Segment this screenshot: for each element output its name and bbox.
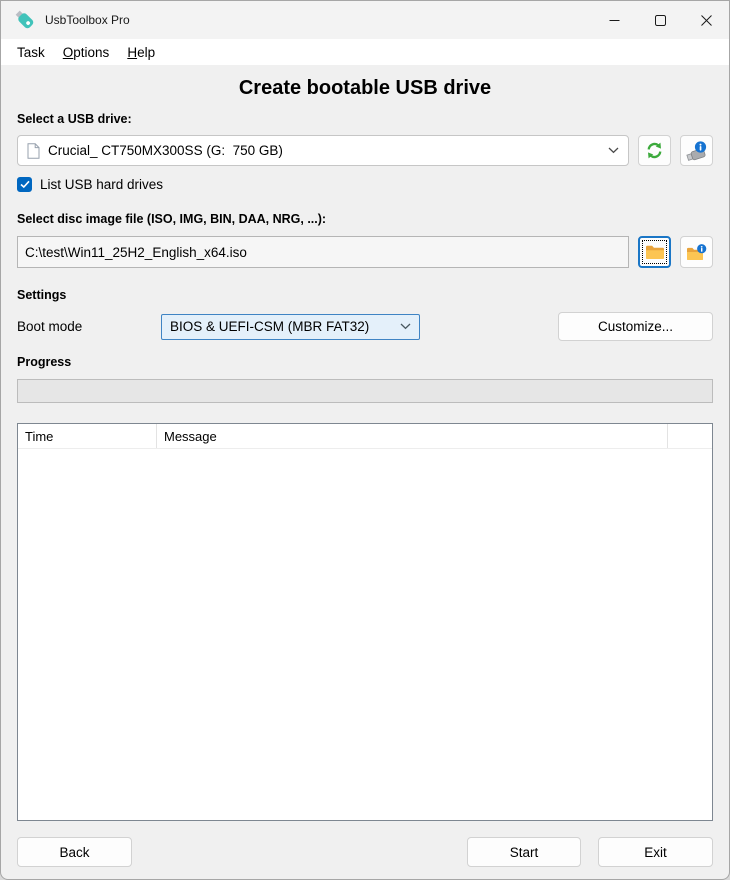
close-button[interactable] (683, 1, 729, 39)
boot-mode-select[interactable]: BIOS & UEFI-CSM (MBR FAT32) (161, 313, 420, 340)
window-controls (591, 1, 729, 39)
maximize-icon (654, 14, 666, 26)
menubar: Task Options Help (1, 39, 729, 65)
chevron-down-icon (608, 147, 619, 154)
log-table-header: Time Message (18, 424, 712, 449)
usb-drive-combobox[interactable]: Crucial_ CT750MX300SS (G: 750 GB) (17, 135, 629, 166)
menu-task[interactable]: Task (8, 42, 54, 63)
document-icon (27, 142, 40, 159)
footer-buttons: Back Start Exit (17, 837, 713, 867)
drive-info-button[interactable] (680, 135, 713, 166)
log-table: Time Message (17, 423, 713, 821)
list-usb-checkbox-label: List USB hard drives (40, 176, 164, 192)
browse-image-button[interactable] (638, 236, 671, 268)
boot-mode-value: BIOS & UEFI-CSM (MBR FAT32) (170, 319, 370, 334)
customize-button[interactable]: Customize... (558, 312, 713, 341)
boot-mode-label: Boot mode (17, 319, 83, 334)
usb-drive-label: Select a USB drive: (17, 112, 132, 126)
progress-bar (17, 379, 713, 403)
start-button[interactable]: Start (467, 837, 581, 867)
titlebar: UsbToolbox Pro (1, 1, 729, 39)
maximize-button[interactable] (637, 1, 683, 39)
menu-options[interactable]: Options (54, 42, 119, 63)
exit-button[interactable]: Exit (598, 837, 713, 867)
refresh-drives-button[interactable] (638, 135, 671, 166)
image-path-input[interactable] (17, 236, 629, 268)
close-icon (700, 14, 712, 26)
app-window: UsbToolbox Pro Task Options Help Create … (0, 0, 730, 880)
minimize-button[interactable] (591, 1, 637, 39)
selected-drive-text: Crucial_ CT750MX300SS (G: 750 GB) (48, 143, 283, 158)
settings-heading: Settings (17, 288, 67, 302)
log-column-time[interactable]: Time (18, 424, 157, 448)
log-column-message[interactable]: Message (157, 424, 668, 448)
folder-info-icon (686, 243, 707, 261)
window-title: UsbToolbox Pro (45, 13, 130, 27)
folder-icon (645, 244, 665, 260)
image-info-button[interactable] (680, 236, 713, 268)
app-usb-icon (14, 9, 36, 31)
chevron-down-icon (400, 323, 411, 330)
check-icon (19, 180, 30, 188)
list-usb-checkbox[interactable] (17, 176, 32, 192)
back-button[interactable]: Back (17, 837, 132, 867)
list-usb-hard-drives-row[interactable]: List USB hard drives (17, 176, 713, 192)
page-title: Create bootable USB drive (238, 77, 492, 99)
minimize-icon (609, 19, 619, 21)
refresh-arrows-icon (646, 142, 663, 159)
log-table-body[interactable] (18, 449, 712, 820)
main-content: Create bootable USB drive Select a USB d… (1, 65, 729, 879)
progress-heading: Progress (17, 355, 72, 369)
disc-image-label: Select disc image file (ISO, IMG, BIN, D… (17, 212, 327, 226)
log-column-filler (668, 424, 712, 448)
menu-help[interactable]: Help (118, 42, 164, 63)
usb-drive-info-icon (685, 140, 708, 161)
